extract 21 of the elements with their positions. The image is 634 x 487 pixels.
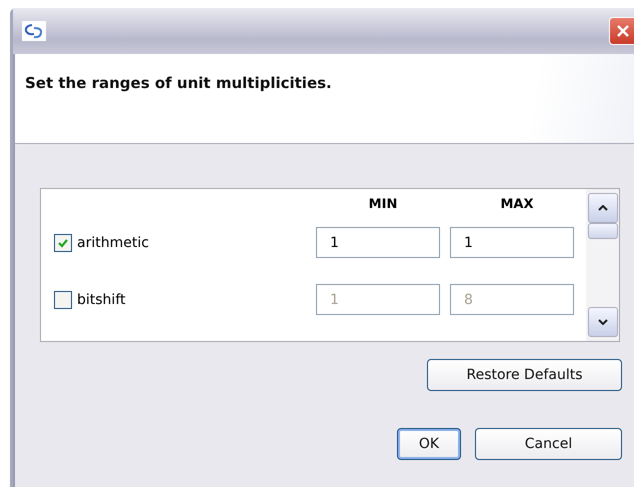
close-button[interactable]: [609, 17, 634, 45]
restore-defaults-button[interactable]: Restore Defaults: [427, 359, 622, 391]
caret-down-icon: [598, 319, 608, 325]
max-field[interactable]: 1: [450, 227, 574, 258]
scroll-up-button[interactable]: [588, 193, 618, 223]
app-logo-icon: [22, 21, 46, 41]
close-icon: [615, 23, 631, 39]
caret-up-icon: [598, 205, 608, 211]
ok-button[interactable]: OK: [397, 428, 461, 460]
row-label: arithmetic: [77, 234, 149, 250]
column-header: MAX: [499, 196, 535, 212]
scroll-down-button[interactable]: [588, 307, 618, 337]
check-icon: [57, 236, 69, 248]
column-header: MIN: [368, 196, 398, 212]
scrollbar[interactable]: [586, 189, 619, 341]
cancel-button[interactable]: Cancel: [475, 428, 622, 460]
min-field[interactable]: 1: [316, 227, 440, 258]
row-label: bitshift: [77, 292, 126, 308]
checkbox[interactable]: [54, 234, 72, 252]
scroll-thumb[interactable]: [588, 223, 618, 239]
dialog-message: Set the ranges of unit multiplicities.: [25, 74, 332, 92]
